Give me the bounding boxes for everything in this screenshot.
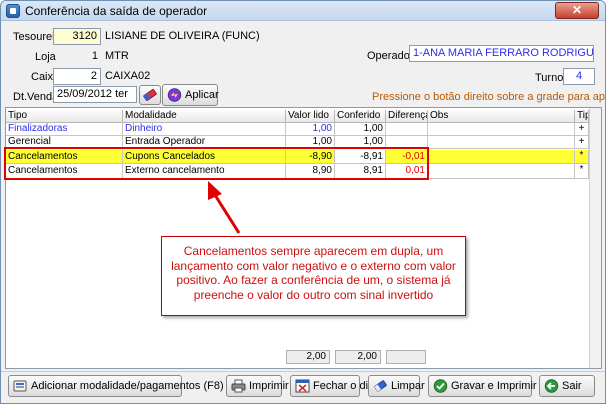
dtvenda-label: Dt.Venda bbox=[13, 91, 59, 103]
cell-tip[interactable]: + bbox=[575, 123, 589, 136]
close-day-label: Fechar o dia bbox=[313, 380, 375, 392]
close-icon[interactable]: ✕ bbox=[572, 3, 582, 17]
col-tipo[interactable]: Tipo bbox=[6, 110, 123, 123]
col-tip[interactable]: Tip bbox=[575, 110, 589, 123]
operador-label: Operador bbox=[367, 50, 414, 62]
printer-icon bbox=[231, 379, 246, 393]
cell-diferenca[interactable] bbox=[386, 123, 428, 136]
grid-scrollbar[interactable] bbox=[589, 108, 601, 368]
add-modality-button[interactable]: Adicionar modalidade/pagamentos (F8) bbox=[8, 375, 224, 397]
cell-valor-lido[interactable]: 1,00 bbox=[286, 123, 335, 136]
close-button[interactable]: ✕ bbox=[555, 2, 599, 19]
print-label: Imprimir bbox=[249, 380, 289, 392]
cell-obs[interactable] bbox=[428, 123, 575, 136]
clear-button[interactable]: Limpar bbox=[368, 375, 425, 397]
close-day-icon bbox=[295, 379, 310, 393]
col-valor-lido[interactable]: Valor lido bbox=[286, 110, 335, 123]
print-button[interactable]: Imprimir bbox=[226, 375, 289, 397]
total-conferido: 2,00 bbox=[335, 350, 381, 364]
cell-tip[interactable]: * bbox=[575, 164, 589, 179]
loja-code: 1 bbox=[91, 50, 98, 62]
exit-icon bbox=[544, 379, 559, 393]
cell-conferido[interactable]: 1,00 bbox=[335, 123, 386, 136]
caixa-name: CAIXA02 bbox=[105, 70, 151, 82]
window-title: Conferência da saída de operador bbox=[25, 4, 208, 18]
operador-field[interactable]: 1-ANA MARIA FERRARO RODRIGUES bbox=[409, 45, 594, 62]
bottom-separator bbox=[1, 371, 605, 372]
col-conferido[interactable]: Conferido bbox=[335, 110, 386, 123]
turno-label: Turno bbox=[535, 72, 564, 84]
main-window: Conferência da saída de operador ✕ Tesou… bbox=[0, 0, 606, 404]
cell-tipo[interactable]: Finalizadoras bbox=[6, 123, 123, 136]
total-valor-lido: 2,00 bbox=[286, 350, 330, 364]
cell-modalidade[interactable]: Dinheiro bbox=[123, 123, 286, 136]
loja-name: MTR bbox=[105, 50, 129, 62]
title-bar: Conferência da saída de operador ✕ bbox=[1, 1, 605, 21]
highlight-box bbox=[4, 147, 429, 180]
table-row[interactable]: Finalizadoras Dinheiro 1,00 1,00 + bbox=[6, 123, 601, 136]
exit-label: Sair bbox=[562, 380, 582, 392]
grid-header: Tipo Modalidade Valor lido Conferido Dif… bbox=[6, 110, 601, 123]
eraser-button[interactable] bbox=[139, 85, 161, 105]
dtvenda-field[interactable]: 25/09/2012 ter bbox=[53, 86, 137, 103]
col-modalidade[interactable]: Modalidade bbox=[123, 110, 286, 123]
close-day-button[interactable]: Fechar o dia bbox=[290, 375, 374, 397]
tesoureiro-code-field[interactable]: 3120 bbox=[53, 28, 101, 45]
aplicar-label: Aplicar bbox=[185, 89, 219, 101]
cell-obs[interactable] bbox=[428, 164, 575, 179]
cell-obs[interactable] bbox=[428, 136, 575, 149]
hint-text: Pressione o botão direito sobre a grade … bbox=[372, 91, 605, 103]
caixa-code-field[interactable]: 2 bbox=[53, 68, 101, 85]
exit-button[interactable]: Sair bbox=[539, 375, 595, 397]
clear-label: Limpar bbox=[391, 380, 425, 392]
save-print-button[interactable]: Gravar e Imprimir (F9) bbox=[428, 375, 560, 397]
col-diferenca[interactable]: Diferença bbox=[386, 110, 428, 123]
cell-tip[interactable]: * bbox=[575, 150, 589, 164]
app-icon bbox=[6, 4, 20, 18]
turno-field[interactable]: 4 bbox=[563, 68, 595, 85]
total-diferenca bbox=[386, 350, 426, 364]
save-print-icon bbox=[433, 379, 448, 393]
add-modality-label: Adicionar modalidade/pagamentos (F8) bbox=[31, 380, 224, 392]
cell-obs[interactable] bbox=[428, 150, 575, 164]
eraser-icon bbox=[143, 89, 157, 101]
aplicar-button[interactable]: Aplicar bbox=[162, 84, 219, 106]
clear-icon bbox=[374, 380, 387, 392]
annotation-callout: Cancelamentos sempre aparecem em dupla, … bbox=[161, 236, 466, 316]
tesoureiro-name: LISIANE DE OLIVEIRA (FUNC) bbox=[105, 30, 260, 42]
col-obs[interactable]: Obs bbox=[428, 110, 575, 123]
apply-icon bbox=[167, 88, 182, 102]
add-icon bbox=[13, 380, 27, 392]
cell-tip[interactable]: + bbox=[575, 136, 589, 149]
